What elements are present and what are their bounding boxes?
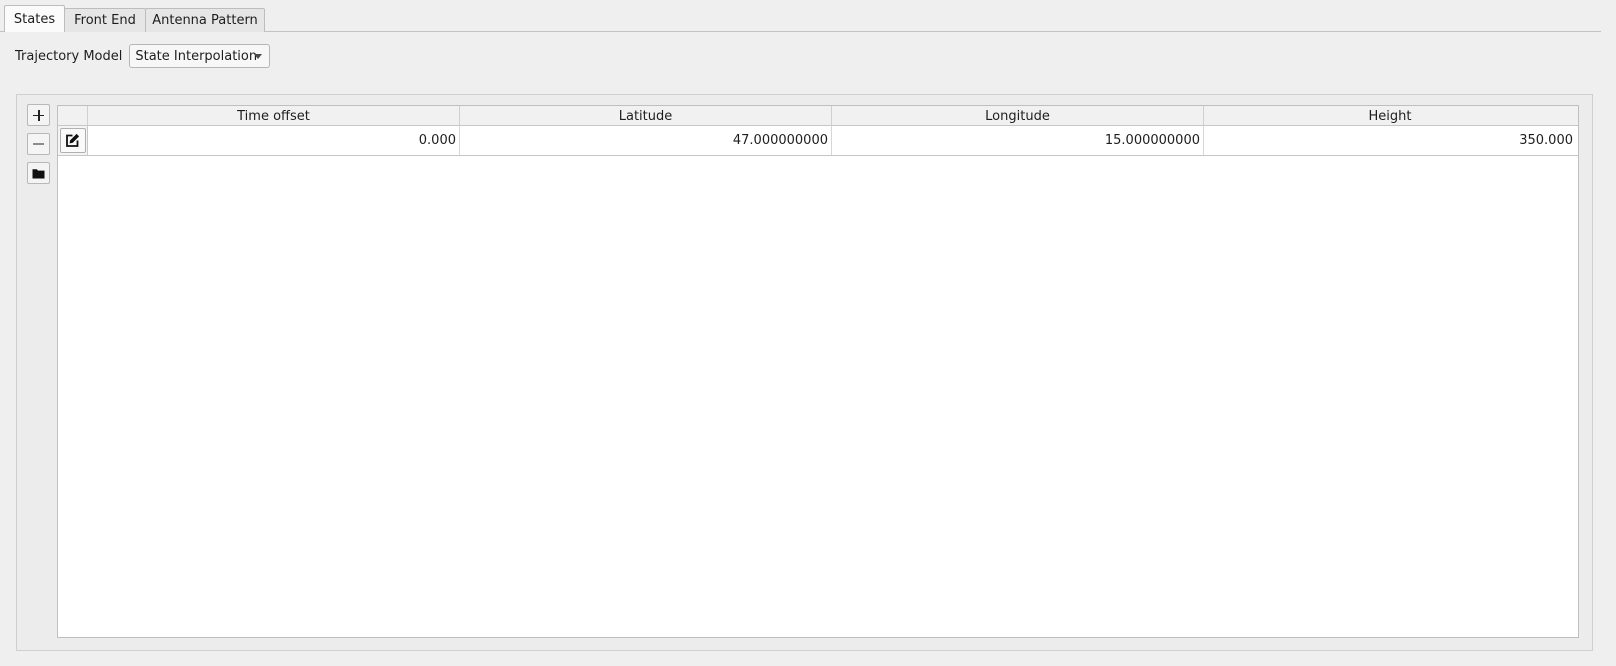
cell-value: 47.000000000 [732, 133, 828, 148]
column-header-label: Latitude [618, 108, 673, 124]
column-header-label: Longitude [985, 108, 1050, 124]
trajectory-model-select[interactable]: State Interpolation [129, 44, 271, 68]
table-header: Time offset Latitude Longitude Height [58, 106, 1578, 126]
remove-row-button[interactable] [27, 133, 50, 155]
tab-bar: States Front End Antenna Pattern [4, 5, 265, 32]
tab-label: Antenna Pattern [152, 13, 258, 28]
trajectory-model-label: Trajectory Model [15, 48, 123, 64]
tab-states[interactable]: States [4, 5, 65, 32]
trajectory-model-row: Trajectory Model State Interpolation [15, 44, 271, 68]
tab-label: States [13, 11, 56, 27]
open-file-button[interactable] [27, 162, 50, 184]
cell-time-offset[interactable]: 0.000 [88, 126, 460, 155]
dropdown-arrow-icon [254, 54, 263, 59]
column-header-height[interactable]: Height [1204, 106, 1576, 126]
edit-icon [66, 133, 80, 147]
plus-icon [33, 109, 44, 121]
tab-antenna-pattern[interactable]: Antenna Pattern [145, 8, 265, 32]
cell-value: 0.000 [418, 133, 456, 148]
cell-longitude[interactable]: 15.000000000 [832, 126, 1204, 155]
column-header-label: Height [1368, 108, 1412, 124]
column-header-longitude[interactable]: Longitude [832, 106, 1204, 126]
trajectory-model-value: State Interpolation [135, 48, 258, 64]
table-row: 0.000 47.000000000 15.000000000 350.000 [58, 126, 1578, 156]
tab-label: Front End [74, 13, 136, 28]
minus-icon [33, 143, 44, 145]
table-corner [58, 106, 88, 126]
cell-latitude[interactable]: 47.000000000 [460, 126, 832, 155]
cell-value: 350.000 [1519, 133, 1573, 148]
tab-front-end[interactable]: Front End [64, 8, 146, 32]
folder-icon [32, 168, 45, 178]
column-header-time-offset[interactable]: Time offset [88, 106, 460, 126]
add-row-button[interactable] [27, 104, 50, 126]
column-header-label: Time offset [237, 108, 310, 124]
row-header [58, 126, 88, 155]
column-header-latitude[interactable]: Latitude [460, 106, 832, 126]
states-table: Time offset Latitude Longitude Height 0.… [57, 105, 1579, 638]
cell-value: 15.000000000 [1104, 133, 1200, 148]
cell-height[interactable]: 350.000 [1204, 126, 1576, 155]
edit-row-button[interactable] [59, 128, 86, 153]
